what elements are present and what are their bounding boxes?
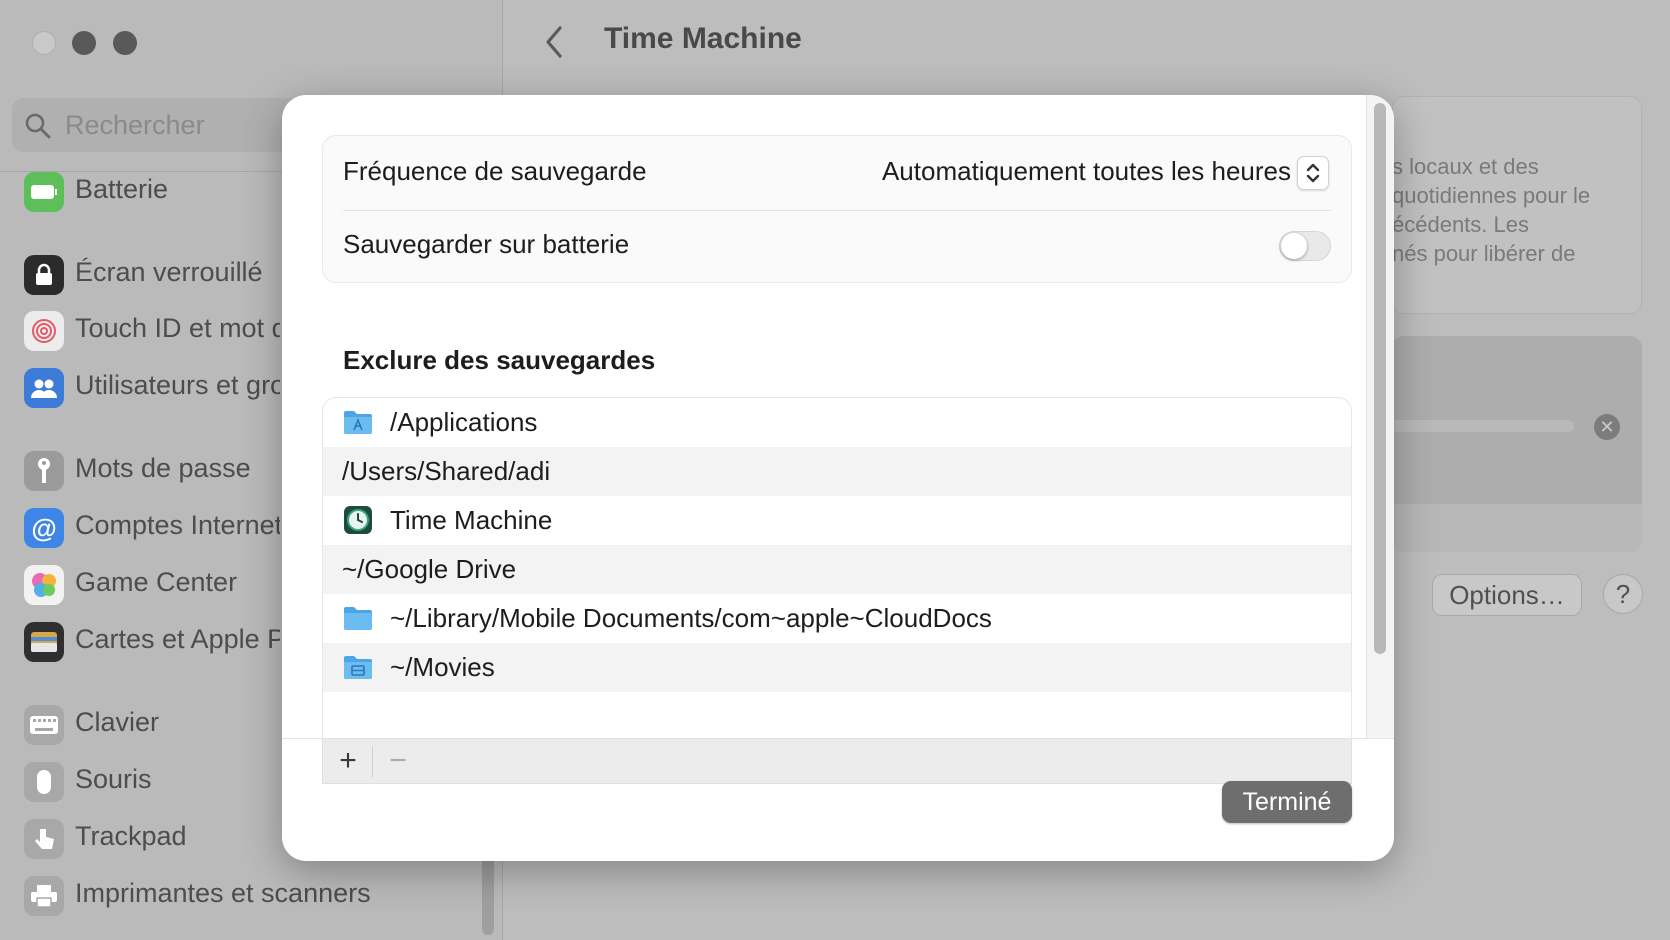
sidebar-item-label: Souris — [75, 764, 152, 794]
info-line: nés pour libérer de — [1392, 241, 1576, 266]
time-machine-icon — [344, 506, 372, 534]
search-field[interactable]: Rechercher — [12, 98, 312, 152]
applications-folder-icon — [344, 411, 372, 434]
options-button[interactable]: Options… — [1432, 574, 1582, 616]
excluded-path: Time Machine — [390, 505, 553, 535]
chevron-up-down-icon — [1306, 163, 1320, 183]
sidebar-item-label: Utilisateurs et groupes — [75, 370, 280, 400]
sidebar-item-label: Imprimantes et scanners — [75, 878, 371, 908]
sidebar-item-label: Cartes et Apple Pay — [75, 624, 280, 654]
backup-settings-group: Fréquence de sauvegarde Automatiquement … — [322, 135, 1352, 283]
sidebar-item-cartes-apple-pay[interactable]: Cartes et Apple Pay — [0, 618, 290, 664]
list-item[interactable]: Time Machine — [323, 496, 1351, 545]
search-placeholder: Rechercher — [65, 110, 205, 140]
footer-divider — [282, 738, 1394, 739]
help-button[interactable]: ? — [1603, 574, 1643, 614]
back-chevron-icon[interactable] — [540, 24, 570, 60]
add-exclusion-button[interactable]: + — [333, 744, 363, 777]
lock-icon — [24, 255, 64, 295]
sidebar-item-ecran-verrouille[interactable]: Écran verrouillé — [0, 251, 290, 297]
excluded-path: /Applications — [390, 407, 538, 437]
at-icon: @ — [24, 508, 64, 548]
sidebar-item-label: Mots de passe — [75, 453, 251, 483]
battery-icon — [24, 172, 64, 212]
list-item[interactable]: ~/Movies — [323, 643, 1351, 692]
sidebar-item-souris[interactable]: Souris — [0, 758, 290, 804]
sidebar-item-label: Trackpad — [75, 821, 187, 851]
backup-progress-bar — [1392, 420, 1574, 432]
cancel-backup-icon[interactable]: ✕ — [1594, 414, 1620, 440]
sidebar-item-touch-id[interactable]: Touch ID et mot de passe — [0, 307, 290, 353]
wallet-icon — [24, 622, 64, 662]
list-item[interactable]: ~/Library/Mobile Documents/com~apple~Clo… — [323, 594, 1351, 643]
users-icon — [24, 368, 64, 408]
sidebar-item-game-center[interactable]: Game Center — [0, 561, 290, 607]
exclude-section-title: Exclure des sauvegardes — [343, 345, 656, 375]
info-line: s locaux et des — [1392, 154, 1539, 179]
trackpad-icon — [24, 819, 64, 859]
key-icon — [24, 451, 64, 491]
sidebar-item-utilisateurs[interactable]: Utilisateurs et groupes — [0, 364, 290, 410]
search-icon — [25, 113, 51, 139]
frequency-popup-value[interactable]: Automatiquement toutes les heures — [882, 156, 1291, 187]
sidebar-item-mots-de-passe[interactable]: Mots de passe — [0, 447, 290, 493]
battery-backup-toggle[interactable] — [1279, 231, 1331, 261]
toggle-knob — [1281, 233, 1307, 259]
sidebar-item-label: Écran verrouillé — [75, 257, 263, 287]
movies-folder-icon — [344, 656, 372, 679]
game-center-icon — [24, 565, 64, 605]
window-zoom-button[interactable] — [113, 31, 137, 55]
folder-icon — [344, 607, 372, 630]
sheet-scrollbar-track[interactable] — [1366, 95, 1394, 738]
excluded-path: ~/Movies — [390, 652, 495, 682]
list-item[interactable]: /Applications — [323, 398, 1351, 447]
window-minimize-button[interactable] — [72, 31, 96, 55]
battery-backup-label: Sauvegarder sur batterie — [343, 229, 630, 259]
sidebar-item-trackpad[interactable]: Trackpad — [0, 815, 290, 861]
sidebar-item-label: Clavier — [75, 707, 160, 737]
options-sheet: Fréquence de sauvegarde Automatiquement … — [282, 95, 1394, 861]
window-title: Time Machine — [604, 22, 802, 55]
sidebar-item-comptes-internet[interactable]: @ Comptes Internet — [0, 504, 290, 550]
printer-icon — [24, 876, 64, 916]
mouse-icon — [24, 762, 64, 802]
list-item[interactable]: ~/Google Drive — [323, 545, 1351, 594]
excluded-path: ~/Library/Mobile Documents/com~apple~Clo… — [390, 603, 992, 633]
fingerprint-icon — [24, 311, 64, 351]
frequency-label: Fréquence de sauvegarde — [343, 156, 647, 186]
info-line: quotidiennes pour le — [1392, 183, 1591, 208]
done-button[interactable]: Terminé — [1222, 781, 1352, 823]
window-close-button[interactable] — [32, 31, 56, 55]
excluded-path: /Users/Shared/adi — [342, 456, 551, 486]
sheet-scrollbar-thumb[interactable] — [1374, 103, 1386, 654]
sidebar-item-imprimantes[interactable]: Imprimantes et scanners — [0, 872, 400, 918]
sidebar-item-label: Game Center — [75, 567, 238, 597]
toolbar-divider — [372, 747, 373, 777]
excluded-items-list: /Applications /Users/Shared/adi Time Mac… — [322, 397, 1352, 738]
backup-disk-card-footer — [1392, 504, 1642, 552]
sidebar-item-clavier[interactable]: Clavier — [0, 701, 290, 747]
info-card-text: s locaux et des quotidiennes pour le écé… — [1392, 152, 1642, 268]
excluded-path: ~/Google Drive — [342, 554, 517, 584]
sidebar-item-label: Comptes Internet — [75, 510, 280, 540]
sidebar-item-label: Batterie — [75, 174, 169, 204]
list-toolbar: + − — [322, 738, 1352, 784]
keyboard-icon — [24, 705, 64, 745]
info-line: écédents. Les — [1392, 212, 1529, 237]
sidebar-item-batterie[interactable]: Batterie — [0, 168, 290, 214]
frequency-popup-button[interactable] — [1297, 156, 1329, 190]
remove-exclusion-button[interactable]: − — [383, 744, 413, 777]
sidebar-item-label: Touch ID et mot de passe — [75, 313, 280, 343]
list-item[interactable]: /Users/Shared/adi — [323, 447, 1351, 496]
row-divider — [343, 210, 1331, 211]
